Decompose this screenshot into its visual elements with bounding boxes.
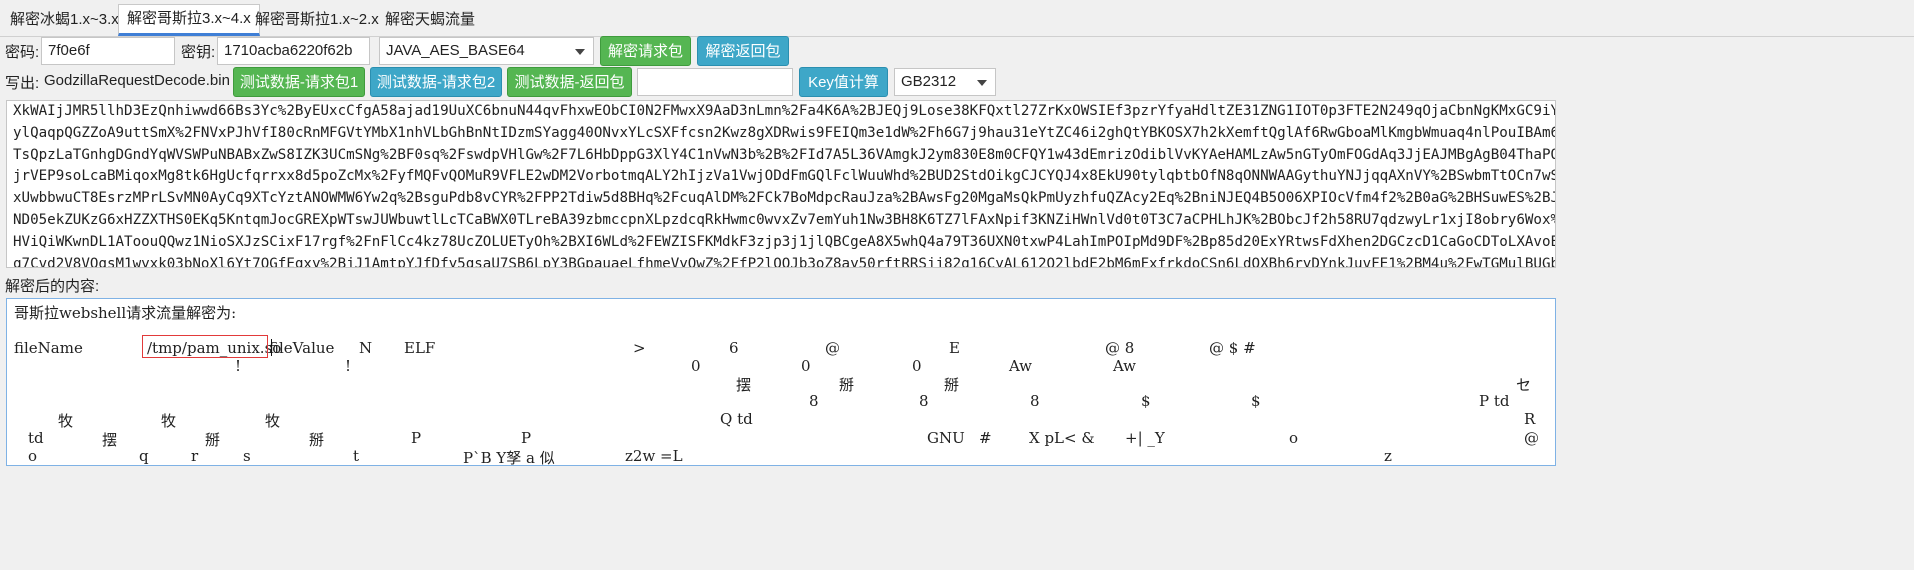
chevron-down-icon bbox=[575, 49, 585, 55]
tab-godzilla-1-2[interactable]: 解密哥斯拉1.x~2.x bbox=[247, 6, 387, 34]
decoded-fragment: 牧 bbox=[58, 412, 74, 430]
decoded-fragment: $ bbox=[1251, 392, 1261, 410]
cipher-textarea[interactable]: XkWAIjJMR5llhD3EzQnhiwwd66Bs3Yc%2ByEUxcC… bbox=[6, 100, 1556, 268]
decoded-fragment: 0 bbox=[691, 357, 701, 375]
decoded-fragment: +| _Y bbox=[1125, 429, 1165, 447]
decoded-fragment: GNU bbox=[927, 429, 965, 447]
decoded-fragment: R bbox=[1524, 410, 1536, 428]
encryption-mode-value: JAVA_AES_BASE64 bbox=[386, 42, 525, 59]
decoded-fragment: 掰 bbox=[839, 376, 855, 394]
filename-highlight-box bbox=[142, 335, 268, 358]
decoded-fragment: t bbox=[353, 447, 360, 465]
key-calc-input[interactable] bbox=[637, 68, 793, 96]
test-request1-button[interactable]: 测试数据-请求包1 bbox=[233, 67, 365, 97]
cipher-line: jrVEP9soLcaBMiqoxMg8tk6HgUcfqrrxx8d5poZc… bbox=[13, 168, 1556, 185]
decoded-fragment: td bbox=[28, 429, 44, 447]
key-input[interactable]: 1710acba6220f62b bbox=[217, 37, 370, 65]
decoded-fragment: q bbox=[139, 447, 149, 465]
charset-select[interactable]: GB2312 bbox=[894, 68, 996, 96]
output-filename: GodzillaRequestDecode.bin bbox=[44, 72, 230, 89]
decoded-fragment: r bbox=[191, 447, 199, 465]
decoded-fragment: @ 8 bbox=[1105, 339, 1135, 357]
decoded-fragment: Q td bbox=[720, 410, 753, 428]
decoded-fragment: 掰 bbox=[309, 431, 325, 449]
decoded-fragment: ! bbox=[235, 357, 242, 375]
decoded-fragment: セ bbox=[1516, 376, 1532, 394]
cipher-line: ND05ekZUKzG6xHZZXTHS0EKq5KntqmJocGREXpWT… bbox=[13, 212, 1556, 228]
tab-behinder[interactable]: 解密冰蝎1.x~3.x bbox=[2, 6, 127, 34]
cipher-line: TsQpzLaTGnhgDGndYqWVSWPuNBABxZwS8IZK3UCm… bbox=[13, 146, 1556, 163]
decoded-fragment: o bbox=[1289, 429, 1299, 447]
charset-value: GB2312 bbox=[901, 73, 957, 90]
decoded-fragment: ! bbox=[345, 357, 352, 375]
decoded-fragment: 摆 bbox=[736, 376, 752, 394]
decoded-fragment: @ bbox=[825, 339, 840, 357]
password-label: 密码: bbox=[5, 44, 40, 61]
password-input[interactable]: 7f0e6f bbox=[41, 37, 175, 65]
write-out-label: 写出: bbox=[5, 75, 40, 92]
decoded-fragment: # bbox=[979, 429, 992, 447]
decoded-fragment: 牧 bbox=[265, 412, 281, 430]
decoded-fragment: 0 bbox=[801, 357, 811, 375]
decoded-fragment: z bbox=[1384, 447, 1392, 465]
decoded-fragment: P td bbox=[1479, 392, 1510, 410]
decoded-fragment: Aw bbox=[1113, 357, 1136, 375]
decrypt-request-button[interactable]: 解密请求包 bbox=[600, 36, 691, 66]
test-request2-button[interactable]: 测试数据-请求包2 bbox=[370, 67, 502, 97]
decoded-fragment: 8 bbox=[919, 392, 929, 410]
cipher-line: xUwbbwuCT8EsrzMPrLSvMN0AyCq9XTcYztANOWMW… bbox=[13, 190, 1556, 207]
tab-tianxie[interactable]: 解密天蝎流量 bbox=[377, 6, 483, 34]
decoded-fragment: fileName bbox=[14, 339, 83, 357]
decoded-fragment: 牧 bbox=[161, 412, 177, 430]
decoded-fragment: ELF bbox=[404, 339, 436, 357]
decoded-fragment: N bbox=[359, 339, 373, 357]
decoded-fragment: 6 bbox=[729, 339, 739, 357]
decoded-fragment: 0 bbox=[912, 357, 922, 375]
decoded-fragment: 8 bbox=[809, 392, 819, 410]
decoded-fragment: fileValue bbox=[269, 339, 335, 357]
decoded-fragment: s bbox=[243, 447, 251, 465]
decoded-fragment: P bbox=[411, 429, 422, 447]
decoded-fragment: 8 bbox=[1030, 392, 1040, 410]
decoded-content-label: 解密后的内容: bbox=[5, 278, 100, 295]
decoded-fragment: P bbox=[521, 429, 532, 447]
decoded-header: 哥斯拉webshell请求流量解密为: bbox=[14, 304, 237, 322]
decoded-fragment: @ $ # bbox=[1209, 339, 1256, 357]
decoded-fragment: 摆 bbox=[102, 431, 118, 449]
cipher-line: XkWAIjJMR5llhD3EzQnhiwwd66Bs3Yc%2ByEUxcC… bbox=[13, 103, 1556, 119]
decoded-fragment: E bbox=[949, 339, 960, 357]
test-response-button[interactable]: 测试数据-返回包 bbox=[507, 67, 632, 97]
decoded-fragment: P`B Y孥 a 似 bbox=[463, 449, 555, 466]
decoded-fragment: > bbox=[633, 339, 646, 357]
text-cursor bbox=[271, 339, 272, 356]
decoded-fragment: 掰 bbox=[944, 376, 960, 394]
cipher-line: HViQiWKwnDL1AToouQQwz1NioSXJzSCixF17rgf%… bbox=[13, 233, 1556, 250]
decoded-fragment: Aw bbox=[1009, 357, 1032, 375]
decoded-fragment: $ bbox=[1141, 392, 1151, 410]
key-label: 密钥: bbox=[181, 44, 216, 61]
tab-godzilla-3-4[interactable]: 解密哥斯拉3.x~4.x bbox=[118, 4, 260, 36]
decoded-fragment: @ bbox=[1524, 429, 1539, 447]
decoded-textarea[interactable]: 哥斯拉webshell请求流量解密为: fileName/tmp/pam_uni… bbox=[6, 298, 1556, 466]
decoded-fragment: 掰 bbox=[205, 431, 221, 449]
encryption-mode-select[interactable]: JAVA_AES_BASE64 bbox=[379, 37, 594, 65]
tab-bar: 解密冰蝎1.x~3.x 解密哥斯拉3.x~4.x 解密哥斯拉1.x~2.x 解密… bbox=[0, 0, 1914, 37]
chevron-down-icon bbox=[977, 80, 987, 86]
cipher-line: q7Cvd2V8VOqsM1wyxk03bNoXl6Yt7QGfEqxy%2Bj… bbox=[13, 255, 1556, 268]
decoded-fragment: z2w =L bbox=[625, 447, 683, 465]
decoded-fragment: o bbox=[28, 447, 38, 465]
key-calc-button[interactable]: Key值计算 bbox=[799, 67, 888, 97]
decoded-fragment: X pL< & bbox=[1029, 429, 1095, 447]
decrypt-response-button[interactable]: 解密返回包 bbox=[697, 36, 789, 66]
cipher-line: ylQaqpQGZZoA9uttSmX%2FNVxPJhVfI80cRnMFGV… bbox=[13, 124, 1555, 141]
